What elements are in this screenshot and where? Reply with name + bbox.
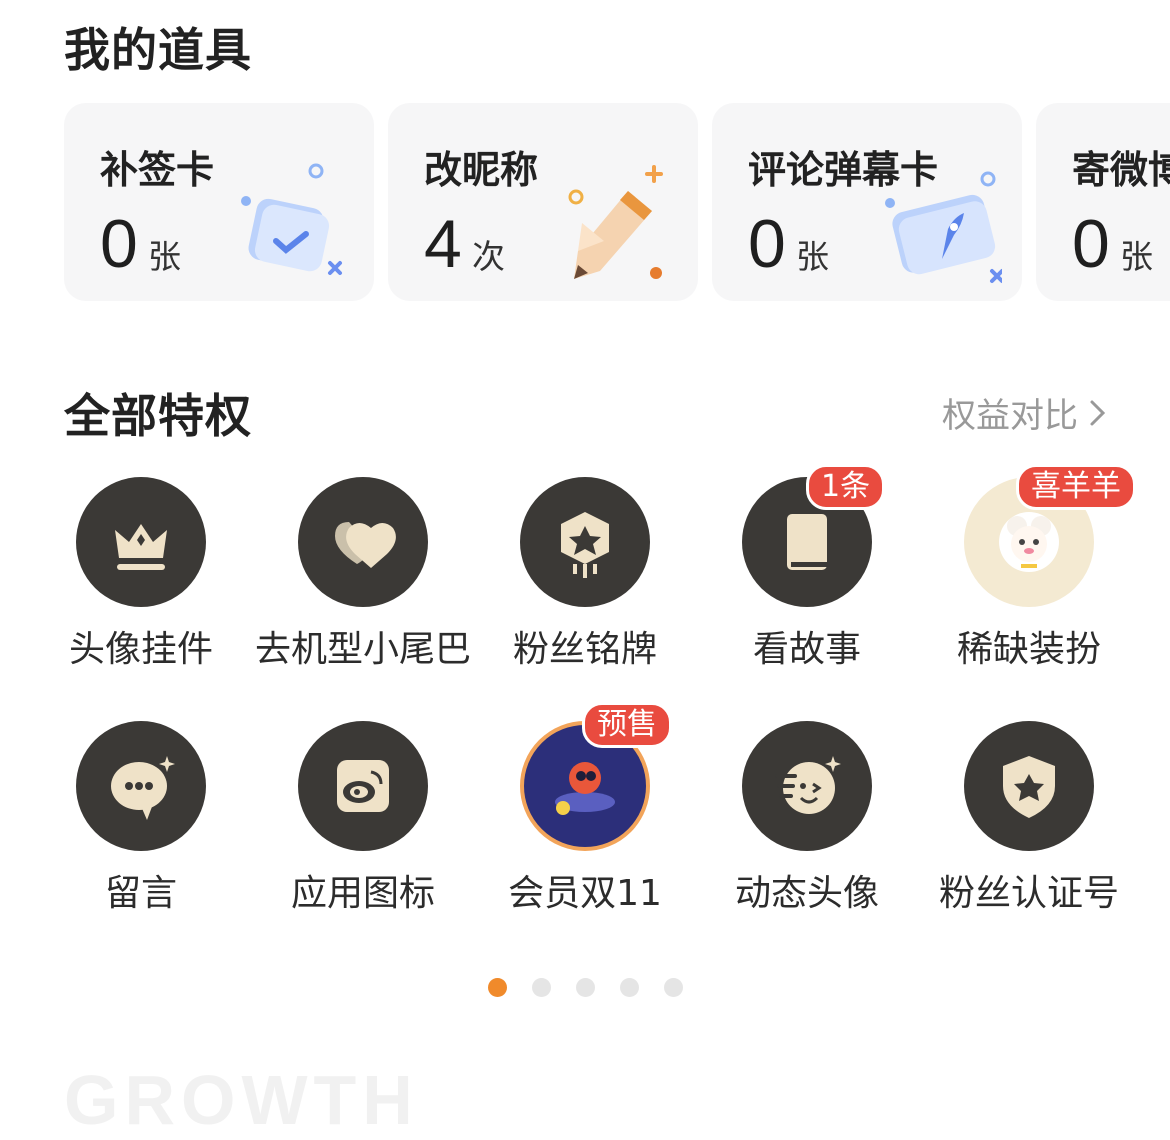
card-count: 0 xyxy=(100,206,138,282)
privilege-label: 看故事 xyxy=(752,629,861,670)
growth-heading: GROWTH xyxy=(64,1061,419,1139)
chat-bubble-icon xyxy=(76,721,206,851)
page-dot-4[interactable] xyxy=(620,978,639,997)
card-unit: 张 xyxy=(796,237,829,276)
card-unit: 张 xyxy=(1120,237,1153,276)
hearts-icon xyxy=(298,477,428,607)
page-dot-1[interactable] xyxy=(488,978,507,997)
card-name: 改昵称 xyxy=(424,148,539,192)
privilege-label: 会员双11 xyxy=(508,873,662,914)
props-section-title: 我的道具 xyxy=(64,23,252,77)
page-dot-2[interactable] xyxy=(532,978,551,997)
crown-icon xyxy=(76,477,206,607)
pencil-icon xyxy=(568,165,663,279)
compare-link-label: 权益对比 xyxy=(942,396,1078,436)
props-card-nickname[interactable]: 改昵称 4 次 xyxy=(388,103,698,301)
wink-face-icon xyxy=(742,721,872,851)
privileges-section-title: 全部特权 xyxy=(64,389,252,443)
card-count: 0 xyxy=(1072,206,1110,282)
card-unit: 次 xyxy=(472,237,505,276)
badge-presale: 预售 xyxy=(582,702,672,748)
privilege-label: 留言 xyxy=(104,873,177,914)
card-name: 寄微博 xyxy=(1072,148,1170,192)
privilege-label: 稀缺装扮 xyxy=(956,629,1101,670)
page-dot-3[interactable] xyxy=(576,978,595,997)
props-card-mail[interactable]: 寄微博 0 张 xyxy=(1036,103,1170,301)
card-count: 0 xyxy=(748,206,786,282)
chevron-right-icon xyxy=(1090,400,1106,425)
privilege-label: 去机型小尾巴 xyxy=(254,629,471,670)
shield-star-icon xyxy=(964,721,1094,851)
pagination-dots[interactable] xyxy=(488,978,683,997)
calendar-check-icon xyxy=(241,163,342,275)
page-dot-5[interactable] xyxy=(664,978,683,997)
privilege-label: 应用图标 xyxy=(290,873,435,914)
props-card-makeup[interactable]: 补签卡 0 张 xyxy=(64,103,374,301)
badge-promo: 喜羊羊 xyxy=(1016,464,1136,510)
card-name: 补签卡 xyxy=(100,148,215,192)
privilege-label: 粉丝铭牌 xyxy=(512,629,657,670)
card-count: 4 xyxy=(424,206,462,282)
weibo-icon xyxy=(298,721,428,851)
rocket-ticket-icon xyxy=(885,171,1002,283)
privilege-label: 粉丝认证号 xyxy=(938,873,1119,914)
badge-new-count: 1条 xyxy=(806,464,886,510)
star-badge-icon xyxy=(520,477,650,607)
privilege-label: 动态头像 xyxy=(734,873,879,914)
props-card-comment[interactable]: 评论弹幕卡 0 张 xyxy=(712,103,1022,301)
card-unit: 张 xyxy=(148,237,181,276)
privilege-label: 头像挂件 xyxy=(68,629,213,670)
props-card-row[interactable]: 补签卡 0 张 改昵称 4 次 评论弹幕卡 0 张 寄微博 0 张 xyxy=(64,103,1170,301)
compare-benefits-link[interactable]: 权益对比 xyxy=(942,388,1110,437)
